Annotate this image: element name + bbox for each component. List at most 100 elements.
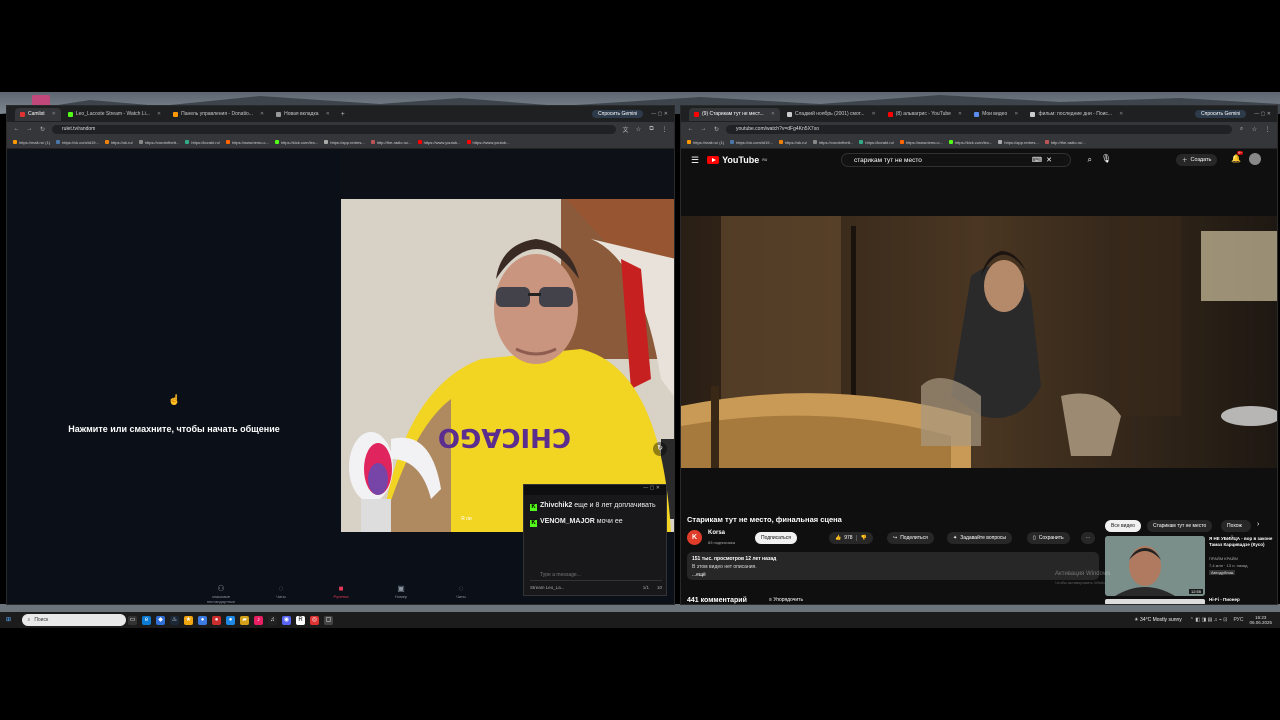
share-button[interactable]: ↪ Поделиться xyxy=(887,532,934,544)
right-tab-4[interactable]: фильм: последние дни - Поис... ✕ xyxy=(1025,108,1128,121)
right-url-field[interactable]: youtube.com/watch?v=dFg4Kn5X7xo xyxy=(726,124,1232,134)
reload-icon[interactable]: ↻ xyxy=(713,126,720,133)
left-url-field[interactable]: rulet.tv/random xyxy=(52,124,616,134)
reload-icon[interactable]: ↻ xyxy=(39,126,46,133)
mic-icon[interactable]: 🎙 xyxy=(1101,154,1111,163)
nav-room[interactable]: ▣ Номер xyxy=(381,584,421,599)
left-tab-0[interactable]: Camlist ✕ xyxy=(15,107,61,121)
more-link[interactable]: ...ещё xyxy=(692,572,706,578)
close-icon[interactable]: ✕ xyxy=(1014,111,1018,117)
bookmark-item[interactable]: https://www.youtub... xyxy=(417,140,461,145)
weather-widget[interactable]: ☀ 34°C Mostly sunny xyxy=(1134,617,1182,623)
bookmark-item[interactable]: https://korabl.ru/ xyxy=(859,140,894,145)
bookmark-item[interactable]: https://ok.ru/ xyxy=(104,140,133,145)
star-icon[interactable]: ☆ xyxy=(1251,126,1258,133)
right-tab-2[interactable]: (8) альвагрис - YouTube ✕ xyxy=(883,108,967,121)
bookmark-item[interactable]: https://ok.ru/ xyxy=(778,140,807,145)
description-box[interactable]: 151 тыс. просмотров 12 лет назад В этом … xyxy=(687,552,1099,580)
back-icon[interactable]: ← xyxy=(13,126,20,132)
close-icon[interactable]: ✕ xyxy=(326,111,330,117)
app-icon[interactable]: ★ xyxy=(184,615,193,625)
edge-icon[interactable]: e xyxy=(142,615,151,625)
menu-icon[interactable]: ⋮ xyxy=(1264,126,1271,133)
folder-icon[interactable]: ▰ xyxy=(240,615,249,625)
recommended-title[interactable]: Я НЕ УБИЙЦА - вор в законе Тамаз Карцива… xyxy=(1209,536,1275,548)
app-icon[interactable]: ♪ xyxy=(254,615,263,625)
refresh-icon[interactable]: ↻ xyxy=(653,442,667,456)
search-icon[interactable]: ⌕ xyxy=(1088,155,1092,165)
taskbar-search[interactable]: ⌕ Поиск xyxy=(21,614,126,626)
chip-similar[interactable]: Похож xyxy=(1221,520,1251,532)
zoom-icon[interactable]: ⌕ xyxy=(1238,126,1245,133)
bookmark-item[interactable]: http://the-radio.ru/... xyxy=(370,140,412,145)
subscribe-button[interactable]: Подписаться xyxy=(755,532,797,544)
bookmark-item[interactable]: http://the-radio.ru/... xyxy=(1044,140,1086,145)
close-icon[interactable]: ✕ xyxy=(157,111,161,117)
nav-chats[interactable]: ◌ Чаты xyxy=(261,584,301,599)
tiktok-icon[interactable]: ♫ xyxy=(268,615,277,625)
left-tab-1[interactable]: Leo_Lacoste Stream - Watch Li... ✕ xyxy=(63,108,166,121)
bookmark-item[interactable]: https://kick.com/leo... xyxy=(948,140,992,145)
ask-button[interactable]: ✦ Задавайте вопросы xyxy=(947,532,1013,544)
start-icon[interactable]: ⊞ xyxy=(4,616,13,625)
bookmark-item[interactable]: https://app.redres... xyxy=(324,140,365,145)
nav-roulette[interactable]: ■ Рулетка xyxy=(321,584,361,599)
bell-icon[interactable]: 🔔 xyxy=(1231,154,1241,163)
sort-button[interactable]: ≡ Упорядочить xyxy=(769,597,803,603)
clear-icon[interactable]: ✕ xyxy=(1046,156,1052,164)
window-controls[interactable]: — ▢ ✕ xyxy=(651,111,668,117)
right-tab-3[interactable]: Мои видео ✕ xyxy=(969,108,1023,121)
forward-icon[interactable]: → xyxy=(26,126,33,132)
app-icon[interactable]: ▢ xyxy=(324,615,333,625)
language-indicator[interactable]: РУС xyxy=(1233,617,1243,623)
create-button[interactable]: ＋ Создать xyxy=(1176,154,1218,166)
more-actions-button[interactable]: ⋯ xyxy=(1081,532,1095,544)
app-icon[interactable]: ● xyxy=(226,615,235,625)
clock[interactable]: 16:23 06.06.2025 xyxy=(1249,615,1272,625)
save-button[interactable]: ▯ Сохранить xyxy=(1027,532,1070,544)
discord-icon[interactable]: ◉ xyxy=(282,615,291,625)
bookmark-item[interactable]: https://vk.com/id19... xyxy=(56,140,99,145)
avatar[interactable] xyxy=(1249,153,1261,165)
like-button[interactable]: 👍 978 👎 xyxy=(829,532,873,544)
close-icon[interactable]: ✕ xyxy=(260,111,264,117)
recommended-thumbnail[interactable]: 12:55 xyxy=(1105,536,1205,596)
app-icon[interactable]: ● xyxy=(198,615,207,625)
bookmark-item[interactable]: https://mail.ru/ (1) xyxy=(687,140,724,145)
close-icon[interactable]: ✕ xyxy=(958,111,962,117)
bookmark-item[interactable]: https://vk.com/id19... xyxy=(730,140,773,145)
task-view-icon[interactable]: ▭ xyxy=(128,615,137,625)
right-tab-1[interactable]: Сладкий ноябрь (2001) смот... ✕ xyxy=(782,108,881,121)
bookmark-item[interactable]: https://www.youtub... xyxy=(466,140,509,145)
new-tab-button[interactable]: + xyxy=(341,111,345,118)
chat-input[interactable]: Type a message... xyxy=(530,570,662,581)
recommended-channel[interactable]: ПРАЙМ КРАЙМ xyxy=(1209,556,1238,561)
steam-icon[interactable]: ♨ xyxy=(170,615,179,625)
thumbs-down-icon[interactable]: 👎 xyxy=(855,535,867,541)
gemini-button[interactable]: Спросить Gemini xyxy=(592,110,644,118)
bookmark-item[interactable]: https://korabl.ru/ xyxy=(185,140,220,145)
window-controls[interactable]: — ▢ ✕ xyxy=(1254,111,1271,117)
tray-icons[interactable]: ⌃ ◧ ◨ ▤ ♫ ⌁ ⊡ xyxy=(1190,617,1228,623)
close-icon[interactable]: ✕ xyxy=(52,111,56,117)
hamburger-icon[interactable]: ☰ xyxy=(691,155,699,166)
chip-all[interactable]: Все видео xyxy=(1105,520,1141,532)
left-tab-2[interactable]: Панель управления - Donatio... ✕ xyxy=(168,108,269,121)
chrome-icon[interactable]: ◎ xyxy=(310,615,319,625)
forward-icon[interactable]: → xyxy=(700,126,707,132)
chip-related[interactable]: Старикам тут не место xyxy=(1147,520,1213,532)
youtube-logo[interactable]: YouTube RU xyxy=(707,155,767,165)
keyboard-icon[interactable]: ⌨ xyxy=(1032,156,1042,164)
video-player[interactable] xyxy=(681,216,1277,468)
right-tab-0[interactable]: (9) Старикам тут не мест... ✕ xyxy=(689,107,780,121)
bookmark-item[interactable]: https://kick.com/leo... xyxy=(274,140,318,145)
youtube-search-input[interactable]: старикам тут не место ⌨ ✕ ⌕ xyxy=(841,153,1092,167)
next-recommended-thumbnail[interactable] xyxy=(1105,599,1205,604)
close-icon[interactable]: ✕ xyxy=(771,111,775,117)
bookmark-item[interactable]: https://www.temu.c... xyxy=(899,140,943,145)
left-tab-3[interactable]: Новая вкладка ✕ xyxy=(271,108,335,121)
close-icon[interactable]: ✕ xyxy=(872,111,876,117)
next-recommended-title[interactable]: Hi-Fi - Пионер xyxy=(1209,597,1240,602)
translate-icon[interactable]: 文 xyxy=(622,125,629,134)
bookmark-item[interactable]: https://vorobrfbett... xyxy=(138,140,179,145)
